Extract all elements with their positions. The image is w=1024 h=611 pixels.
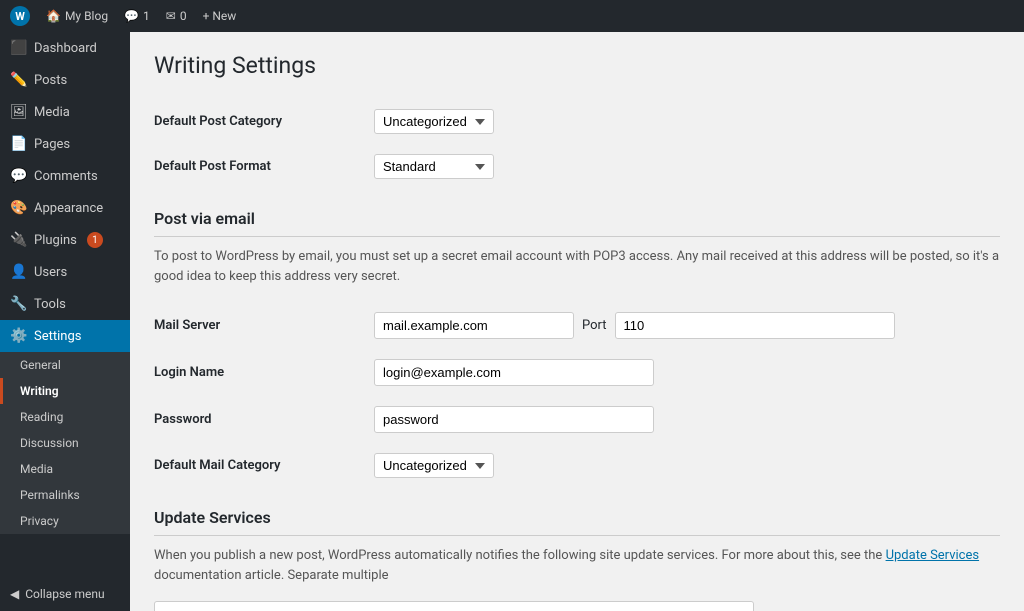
sidebar-label-appearance: Appearance xyxy=(34,201,103,216)
post-via-email-heading: Post via email xyxy=(154,209,1000,237)
email-settings-table: Mail Server Port Login Name Password xyxy=(154,302,1000,488)
pages-icon: 📄 xyxy=(10,136,26,152)
update-services-desc2: documentation article. Separate multiple xyxy=(154,568,389,583)
mail-server-row: Mail Server Port xyxy=(154,302,1000,349)
submenu-item-general[interactable]: General xyxy=(0,352,130,378)
default-post-category-select[interactable]: Uncategorized xyxy=(374,109,494,134)
submenu-item-reading[interactable]: Reading xyxy=(0,404,130,430)
sidebar-item-pages[interactable]: 📄 Pages xyxy=(0,128,130,160)
update-services-textarea[interactable] xyxy=(154,601,754,611)
page-title: Writing Settings xyxy=(154,52,1000,79)
dashboard-icon: ⬛ xyxy=(10,40,26,56)
sidebar-label-pages: Pages xyxy=(34,137,70,152)
sidebar-item-comments[interactable]: 💬 Comments xyxy=(0,160,130,192)
comments-icon: 💬 xyxy=(10,168,26,184)
sidebar-label-users: Users xyxy=(34,265,67,280)
sidebar-item-media[interactable]: 🖼 Media xyxy=(0,96,130,128)
sidebar-item-tools[interactable]: 🔧 Tools xyxy=(0,288,130,320)
password-input[interactable] xyxy=(374,406,654,433)
media-icon: 🖼 xyxy=(10,104,26,120)
update-services-description: When you publish a new post, WordPress a… xyxy=(154,546,1000,585)
sidebar-item-appearance[interactable]: 🎨 Appearance xyxy=(0,192,130,224)
collapse-label: Collapse menu xyxy=(25,587,104,601)
mail-server-input[interactable] xyxy=(374,312,574,339)
submenu-item-media[interactable]: Media xyxy=(0,456,130,482)
sidebar-label-settings: Settings xyxy=(34,329,81,344)
update-services-desc-text: When you publish a new post, WordPress a… xyxy=(154,548,882,563)
sidebar-item-plugins[interactable]: 🔌 Plugins 1 xyxy=(0,224,130,256)
comment-count: 1 xyxy=(143,9,150,23)
sidebar-item-settings[interactable]: ⚙️ Settings xyxy=(0,320,130,352)
mail-server-label: Mail Server xyxy=(154,318,220,333)
messages-item[interactable]: ✉ 0 xyxy=(166,9,187,23)
default-post-category-label: Default Post Category xyxy=(154,114,282,129)
password-row: Password xyxy=(154,396,1000,443)
port-input[interactable] xyxy=(615,312,895,339)
default-mail-category-label: Default Mail Category xyxy=(154,458,280,473)
sidebar: ⬛ Dashboard ✏️ Posts 🖼 Media 📄 Pages 💬 C… xyxy=(0,32,130,611)
sidebar-label-dashboard: Dashboard xyxy=(34,41,97,56)
wp-logo-item[interactable]: W xyxy=(10,6,30,26)
login-name-label: Login Name xyxy=(154,365,224,380)
submenu-item-writing[interactable]: Writing xyxy=(0,378,130,404)
submenu-item-permalinks[interactable]: Permalinks xyxy=(0,482,130,508)
port-label: Port xyxy=(582,318,607,333)
plugins-icon: 🔌 xyxy=(10,232,26,248)
collapse-icon: ◀ xyxy=(10,587,19,601)
password-label: Password xyxy=(154,412,211,427)
collapse-menu-button[interactable]: ◀ Collapse menu xyxy=(0,577,130,611)
sidebar-label-plugins: Plugins xyxy=(34,233,77,248)
message-icon: ✉ xyxy=(166,9,176,23)
message-count: 0 xyxy=(180,9,187,23)
mail-server-input-group: Port xyxy=(374,312,1000,339)
default-post-category-row: Default Post Category Uncategorized xyxy=(154,99,1000,144)
sidebar-label-tools: Tools xyxy=(34,297,66,312)
posts-icon: ✏️ xyxy=(10,72,26,88)
update-services-link[interactable]: Update Services xyxy=(886,548,980,563)
update-services-heading: Update Services xyxy=(154,508,1000,536)
site-name: My Blog xyxy=(65,9,108,23)
sidebar-item-dashboard[interactable]: ⬛ Dashboard xyxy=(0,32,130,64)
default-mail-category-row: Default Mail Category Uncategorized xyxy=(154,443,1000,488)
site-name-item[interactable]: 🏠 My Blog xyxy=(46,9,108,23)
login-name-input[interactable] xyxy=(374,359,654,386)
new-label: + New xyxy=(203,9,237,23)
settings-form-table: Default Post Category Uncategorized Defa… xyxy=(154,99,1000,189)
sidebar-item-users[interactable]: 👤 Users xyxy=(0,256,130,288)
settings-submenu: General Writing Reading Discussion Media… xyxy=(0,352,130,534)
appearance-icon: 🎨 xyxy=(10,200,26,216)
sidebar-label-media: Media xyxy=(34,105,70,120)
login-name-row: Login Name xyxy=(154,349,1000,396)
house-icon: 🏠 xyxy=(46,9,61,23)
default-mail-category-select[interactable]: Uncategorized xyxy=(374,453,494,478)
sidebar-label-comments: Comments xyxy=(34,169,98,184)
plugins-badge: 1 xyxy=(87,232,103,248)
submenu-item-privacy[interactable]: Privacy xyxy=(0,508,130,534)
main-layout: ⬛ Dashboard ✏️ Posts 🖼 Media 📄 Pages 💬 C… xyxy=(0,32,1024,611)
users-icon: 👤 xyxy=(10,264,26,280)
default-post-format-label: Default Post Format xyxy=(154,159,271,174)
default-post-format-select[interactable]: Standard xyxy=(374,154,494,179)
submenu-item-discussion[interactable]: Discussion xyxy=(0,430,130,456)
sidebar-item-posts[interactable]: ✏️ Posts xyxy=(0,64,130,96)
content-area: Writing Settings Default Post Category U… xyxy=(130,32,1024,611)
wp-logo: W xyxy=(10,6,30,26)
sidebar-label-posts: Posts xyxy=(34,73,67,88)
settings-icon: ⚙️ xyxy=(10,328,26,344)
comment-icon: 💬 xyxy=(124,9,139,23)
comments-item[interactable]: 💬 1 xyxy=(124,9,150,23)
admin-bar: W 🏠 My Blog 💬 1 ✉ 0 + New xyxy=(0,0,1024,32)
default-post-format-row: Default Post Format Standard xyxy=(154,144,1000,189)
tools-icon: 🔧 xyxy=(10,296,26,312)
post-via-email-description: To post to WordPress by email, you must … xyxy=(154,247,1000,286)
new-item[interactable]: + New xyxy=(203,9,237,23)
